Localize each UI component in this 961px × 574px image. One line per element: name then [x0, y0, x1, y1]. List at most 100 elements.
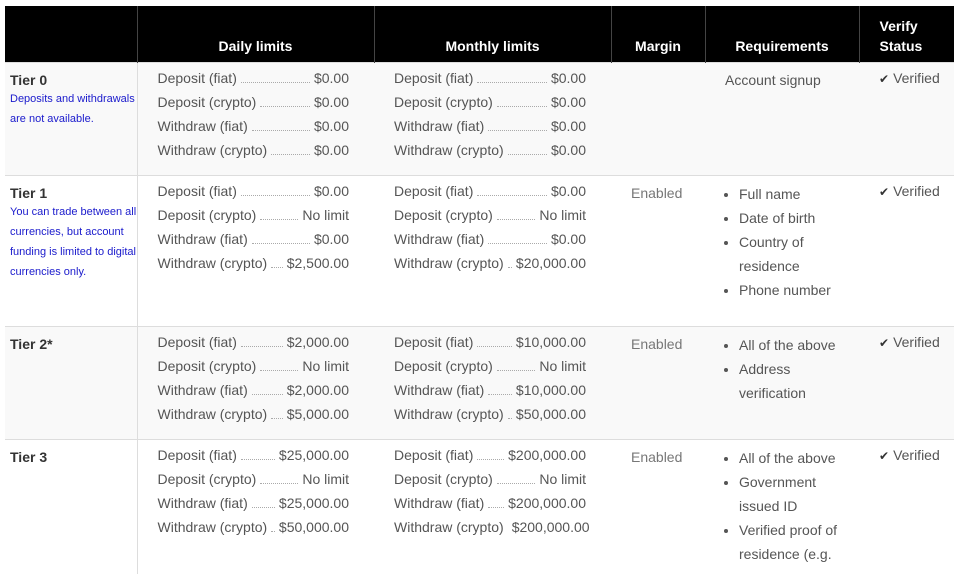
- margin-cell: [611, 63, 705, 176]
- limit-label: Withdraw (fiat): [394, 383, 484, 397]
- limit-label: Deposit (fiat): [158, 184, 237, 198]
- limit-value: $20,000.00: [516, 256, 586, 270]
- check-icon: ✔: [879, 336, 889, 350]
- limit-row: Withdraw (crypto)$20,000.00: [394, 256, 586, 280]
- limit-value: $2,000.00: [287, 383, 349, 397]
- limit-row: Withdraw (fiat)$25,000.00: [158, 496, 350, 520]
- dotted-leader: [241, 185, 310, 196]
- limit-label: Deposit (crypto): [158, 208, 257, 222]
- verify-status-text: Verified: [893, 334, 940, 350]
- limit-row: Withdraw (fiat)$0.00: [394, 232, 586, 256]
- dotted-leader: [252, 120, 310, 131]
- tier-cell: Tier 3: [5, 440, 137, 574]
- dotted-leader: [508, 257, 512, 268]
- limit-label: Deposit (crypto): [158, 95, 257, 109]
- check-icon: ✔: [879, 185, 889, 199]
- limit-row: Deposit (fiat)$2,000.00: [158, 335, 350, 359]
- limit-label: Withdraw (crypto): [158, 520, 268, 534]
- tier-row: Tier 2*Deposit (fiat)$2,000.00Deposit (c…: [5, 327, 954, 440]
- dotted-leader: [271, 521, 275, 532]
- limit-value: $10,000.00: [516, 335, 586, 349]
- dotted-leader: [241, 336, 283, 347]
- limit-row: Deposit (crypto)No limit: [394, 208, 586, 232]
- limit-value: $5,000.00: [287, 407, 349, 421]
- header-margin: Margin: [611, 6, 705, 63]
- verify-status-text: Verified: [893, 183, 940, 199]
- limit-row: Deposit (crypto) No limit: [394, 359, 586, 383]
- header-verify-line1: Verify: [880, 18, 918, 34]
- limit-row: Deposit (fiat)$200,000.00: [394, 448, 586, 472]
- limit-value: $0.00: [551, 143, 586, 157]
- limit-row: Deposit (fiat)$0.00: [394, 184, 586, 208]
- requirements-list: All of the aboveAddress verification: [725, 333, 849, 405]
- limit-row: Withdraw (crypto) $0.00: [394, 143, 586, 167]
- limit-value: $0.00: [314, 232, 349, 246]
- limit-value: $25,000.00: [279, 448, 349, 462]
- limit-label: Deposit (fiat): [394, 184, 473, 198]
- tier-note: Deposits and withdrawals are not availab…: [10, 89, 137, 129]
- header-verify-line2: Status: [880, 38, 923, 54]
- dotted-leader: [252, 384, 283, 395]
- limit-label: Withdraw (crypto): [394, 143, 504, 157]
- limit-value: $0.00: [551, 71, 586, 85]
- limit-value: $0.00: [314, 71, 349, 85]
- limit-value: $2,000.00: [287, 335, 349, 349]
- dotted-leader: [497, 360, 536, 371]
- limit-value: $25,000.00: [279, 496, 349, 510]
- limit-row: Deposit (fiat) $0.00: [158, 71, 350, 95]
- limit-label: Deposit (crypto): [158, 359, 257, 373]
- limit-row: Deposit (crypto) $0.00: [158, 95, 350, 119]
- limit-label: Withdraw (fiat): [394, 119, 484, 133]
- verify-status-cell: ✔Verified: [859, 440, 954, 574]
- header-monthly-limits: Monthly limits: [374, 6, 611, 63]
- margin-cell: Enabled: [611, 176, 705, 327]
- limit-label: Withdraw (fiat): [394, 496, 484, 510]
- limit-value: No limit: [539, 359, 586, 373]
- limit-value: $0.00: [314, 143, 349, 157]
- dotted-leader: [497, 96, 547, 107]
- daily-limits-cell: Deposit (fiat)$2,000.00Deposit (crypto)N…: [137, 327, 374, 440]
- limit-row: Deposit (fiat)$25,000.00: [158, 448, 350, 472]
- limit-row: Deposit (fiat)$0.00: [158, 184, 350, 208]
- dotted-leader: [488, 233, 547, 244]
- dotted-leader: [477, 336, 512, 347]
- limit-value: No limit: [539, 208, 586, 222]
- limit-label: Withdraw (crypto): [158, 407, 268, 421]
- requirement-item: All of the above: [739, 333, 849, 357]
- limit-row: Deposit (crypto)$0.00: [394, 95, 586, 119]
- dotted-leader: [477, 449, 504, 460]
- dotted-leader: [477, 72, 547, 83]
- limit-row: Deposit (crypto)No limit: [394, 472, 586, 496]
- requirement-item: Government issued ID: [739, 470, 849, 518]
- limit-label: Deposit (fiat): [158, 71, 237, 85]
- tier-limits-table: Daily limits Monthly limits Margin Requi…: [5, 6, 954, 574]
- requirement-item: Verified proof of residence (e.g.: [739, 518, 849, 566]
- limit-value: $0.00: [314, 95, 349, 109]
- requirements-cell: All of the aboveGovernment issued IDVeri…: [705, 440, 859, 574]
- dotted-leader: [260, 96, 310, 107]
- requirements-list: All of the aboveGovernment issued IDVeri…: [725, 446, 849, 566]
- dotted-leader: [497, 473, 536, 484]
- limit-value: $2,500.00: [287, 256, 349, 270]
- tier-row: Tier 0 Deposits and withdrawals are not a…: [5, 63, 954, 176]
- tier-name: Tier 3: [10, 450, 137, 464]
- limit-value: $200,000.00: [508, 448, 586, 462]
- limit-row: Deposit (crypto)No limit: [158, 208, 350, 232]
- limit-label: Deposit (crypto): [394, 359, 493, 373]
- limit-row: Deposit (crypto)No limit: [158, 359, 350, 383]
- verify-status-text: Verified: [893, 70, 940, 86]
- limit-label: Deposit (crypto): [394, 95, 493, 109]
- tier-name: Tier 0: [10, 73, 137, 87]
- daily-limits-cell: Deposit (fiat) $0.00 Deposit (crypto) $0.00…: [137, 63, 374, 176]
- dotted-leader: [497, 209, 536, 220]
- dotted-leader: [508, 408, 512, 419]
- limit-row: Deposit (fiat)$10,000.00: [394, 335, 586, 359]
- limit-row: Withdraw (fiat)$0.00: [158, 119, 350, 143]
- tier-row: Tier 3 Deposit (fiat)$25,000.00 Deposit (c…: [5, 440, 954, 574]
- dotted-leader: [271, 408, 283, 419]
- limit-row: Withdraw (fiat)$200,000.00: [394, 496, 586, 520]
- dotted-leader: [252, 497, 275, 508]
- verify-status-cell: ✔Verified: [859, 63, 954, 176]
- verify-status-text: Verified: [893, 447, 940, 463]
- limit-row: Withdraw (fiat)$0.00: [158, 232, 350, 256]
